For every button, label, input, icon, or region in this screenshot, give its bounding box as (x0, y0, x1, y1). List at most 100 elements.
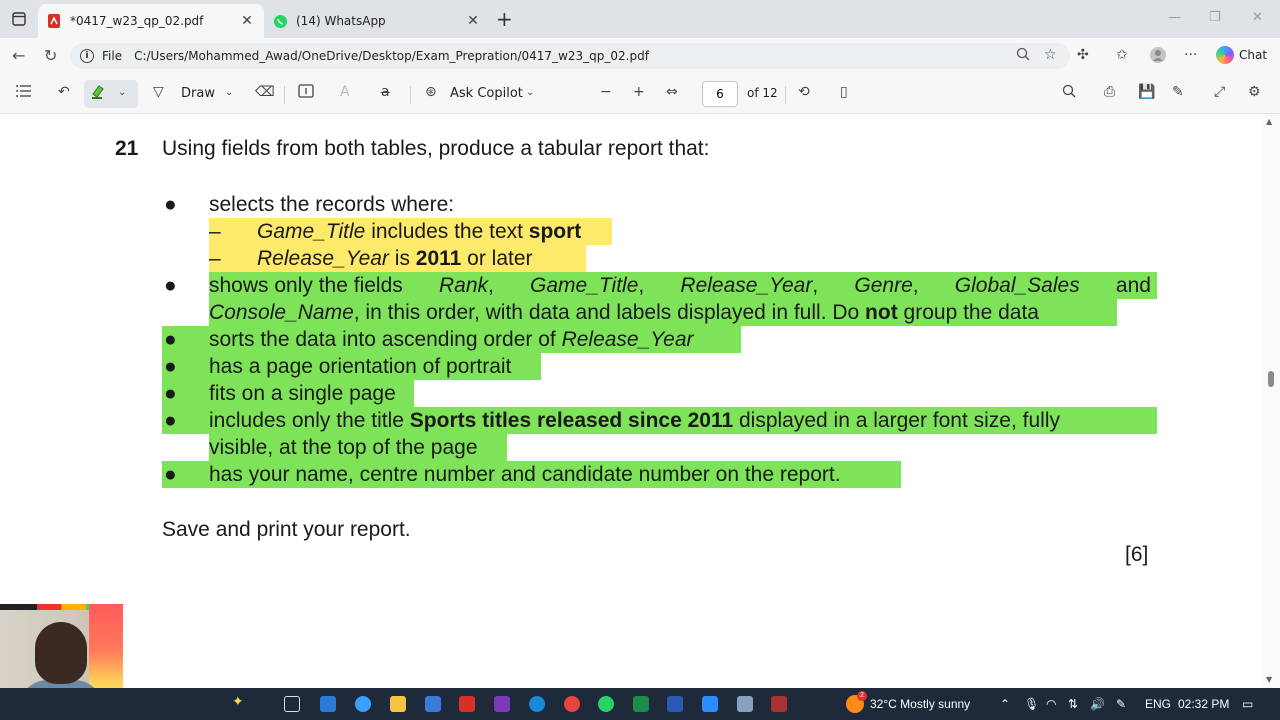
pen-icon[interactable]: ✎ (1116, 697, 1126, 711)
microphone-icon[interactable]: 🎙 (1024, 697, 1039, 711)
scroll-thumb[interactable] (1268, 371, 1274, 387)
weather-text: 32°C Mostly sunny (870, 697, 971, 711)
settings-gear-icon[interactable]: ⚙ (1248, 84, 1261, 100)
chevron-down-icon[interactable]: ⌄ (225, 87, 233, 98)
fit-page-icon[interactable]: ⇔ (666, 84, 678, 100)
copilot-sparkle-icon[interactable]: ✦ (232, 694, 248, 710)
criterion-name: has your name, centre number and candida… (209, 463, 841, 486)
ask-copilot-label[interactable]: Ask Copilot (450, 86, 523, 101)
close-tab-icon[interactable]: ✕ (464, 13, 482, 29)
copilot-icon[interactable]: ⊛ (425, 84, 437, 100)
bullet-dot: ● (164, 463, 177, 486)
restore-icon[interactable]: ❐ (1209, 10, 1221, 25)
page-number-input[interactable]: 6 (702, 81, 738, 107)
file-explorer-icon[interactable] (390, 696, 406, 712)
new-tab-icon[interactable]: + (496, 9, 513, 29)
close-window-icon[interactable]: ✕ (1252, 10, 1263, 25)
save-instruction: Save and print your report. (162, 518, 411, 541)
scroll-down-icon[interactable]: ▼ (1266, 675, 1272, 684)
wifi-icon[interactable]: ◠ (1046, 697, 1056, 711)
access-icon[interactable] (771, 696, 787, 712)
vertical-scrollbar[interactable]: ▲ ▼ (1262, 115, 1280, 688)
save-icon[interactable]: 💾 (1138, 84, 1155, 100)
highlighter-icon[interactable] (90, 84, 106, 104)
task-view-icon[interactable] (284, 696, 300, 712)
undo-icon[interactable]: ↶ (58, 84, 70, 100)
favorite-star-icon[interactable]: ☆ (1044, 47, 1057, 63)
scheme-label: File (102, 49, 123, 63)
tab-title: *0417_w23_qp_02.pdf (70, 14, 204, 28)
tab-pdf[interactable]: *0417_w23_qp_02.pdf ✕ (38, 4, 264, 38)
dash: – (209, 220, 221, 243)
app-icon[interactable] (320, 696, 336, 712)
info-icon[interactable]: i (80, 49, 94, 63)
search-icon[interactable] (1062, 84, 1076, 102)
back-icon[interactable]: ← (12, 46, 25, 65)
draw-icon[interactable]: ▽ (153, 84, 164, 100)
word-icon[interactable] (667, 696, 683, 712)
zoom-icon[interactable] (1016, 47, 1030, 65)
keyboard-icon[interactable] (737, 696, 753, 712)
tab-actions-icon[interactable] (8, 8, 30, 30)
page-total: of 12 (747, 86, 778, 100)
notifications-icon[interactable]: ▭ (1242, 697, 1253, 711)
marks-label: [6] (1125, 543, 1149, 566)
address-bar[interactable]: i File C:/Users/Mohammed_Awad/OneDrive/D… (70, 43, 1070, 69)
zoom-in-icon[interactable]: + (633, 84, 645, 100)
clock[interactable]: 02:32 PM (1178, 697, 1229, 711)
tab-whatsapp[interactable]: (14) WhatsApp ✕ (264, 4, 490, 38)
tab-title: (14) WhatsApp (296, 14, 386, 28)
chevron-down-icon[interactable]: ⌄ (118, 87, 126, 98)
zoom-out-icon[interactable]: − (600, 84, 612, 100)
criterion-fields: shows only the fields Rank, Game_Title, … (209, 274, 1151, 297)
bullet-dot: ● (164, 328, 177, 351)
chevron-down-icon[interactable]: ⌄ (526, 87, 534, 98)
print-icon[interactable]: ⎙ (1104, 84, 1115, 100)
criterion-title-cont: visible, at the top of the page (209, 436, 478, 459)
tab-strip: *0417_w23_qp_02.pdf ✕ (14) WhatsApp ✕ + … (0, 0, 1280, 38)
close-tab-icon[interactable]: ✕ (238, 13, 256, 29)
eraser-icon[interactable]: ⌫ (255, 84, 275, 100)
more-menu-icon[interactable]: ··· (1184, 47, 1197, 63)
favorites-icon[interactable]: ✩ (1116, 47, 1128, 63)
onenote-icon[interactable] (494, 696, 510, 712)
criterion-selects: selects the records where: (209, 193, 455, 216)
bullet-dot: ● (164, 409, 177, 432)
profile-icon[interactable] (1150, 47, 1166, 67)
edge-icon[interactable] (529, 696, 545, 712)
draw-label[interactable]: Draw (181, 86, 215, 101)
criterion-title: includes only the title Sports titles re… (209, 409, 1060, 432)
network-icon[interactable]: ⇅ (1068, 697, 1078, 711)
scroll-up-icon[interactable]: ▲ (1266, 117, 1272, 126)
zoom-app-icon[interactable] (702, 696, 718, 712)
sub-criterion-title: Game_Title includes the text sport (257, 220, 582, 243)
edge-copilot-icon[interactable] (355, 696, 371, 712)
chat-label: Chat (1239, 48, 1268, 62)
save-as-icon[interactable]: ✎ (1172, 84, 1184, 100)
criterion-sort: sorts the data into ascending order of R… (209, 328, 694, 351)
text-format-icon: A (340, 84, 350, 100)
weather-widget[interactable]: 2 32°C Mostly sunny (846, 691, 971, 713)
excel-icon[interactable] (633, 696, 649, 712)
tray-chevron-icon[interactable]: ⌃ (1000, 697, 1010, 711)
extensions-icon[interactable]: ✣ (1077, 47, 1089, 63)
text-box-icon[interactable] (298, 84, 314, 102)
copilot-icon (1216, 46, 1234, 64)
minimize-icon[interactable]: — (1168, 10, 1181, 25)
language-indicator[interactable]: ENG (1145, 697, 1171, 711)
store-icon[interactable] (425, 696, 441, 712)
app-icon[interactable] (459, 696, 475, 712)
whatsapp-icon[interactable] (598, 696, 614, 712)
read-aloud-icon[interactable]: a̶ (381, 84, 390, 100)
copilot-chat-button[interactable]: Chat (1216, 46, 1267, 64)
refresh-icon[interactable]: ↻ (44, 46, 57, 65)
fullscreen-icon[interactable]: ⤢ (1214, 84, 1225, 100)
pdf-icon (46, 13, 62, 29)
chrome-icon[interactable] (564, 696, 580, 712)
address-row: ← ↻ i File C:/Users/Mohammed_Awad/OneDri… (0, 38, 1280, 74)
rotate-icon[interactable]: ⟲ (798, 84, 810, 100)
contents-icon[interactable] (16, 84, 32, 102)
page-view-icon[interactable]: ▯ (840, 84, 848, 100)
volume-icon[interactable]: 🔊 (1090, 697, 1105, 711)
bullet-dot: ● (164, 274, 177, 297)
